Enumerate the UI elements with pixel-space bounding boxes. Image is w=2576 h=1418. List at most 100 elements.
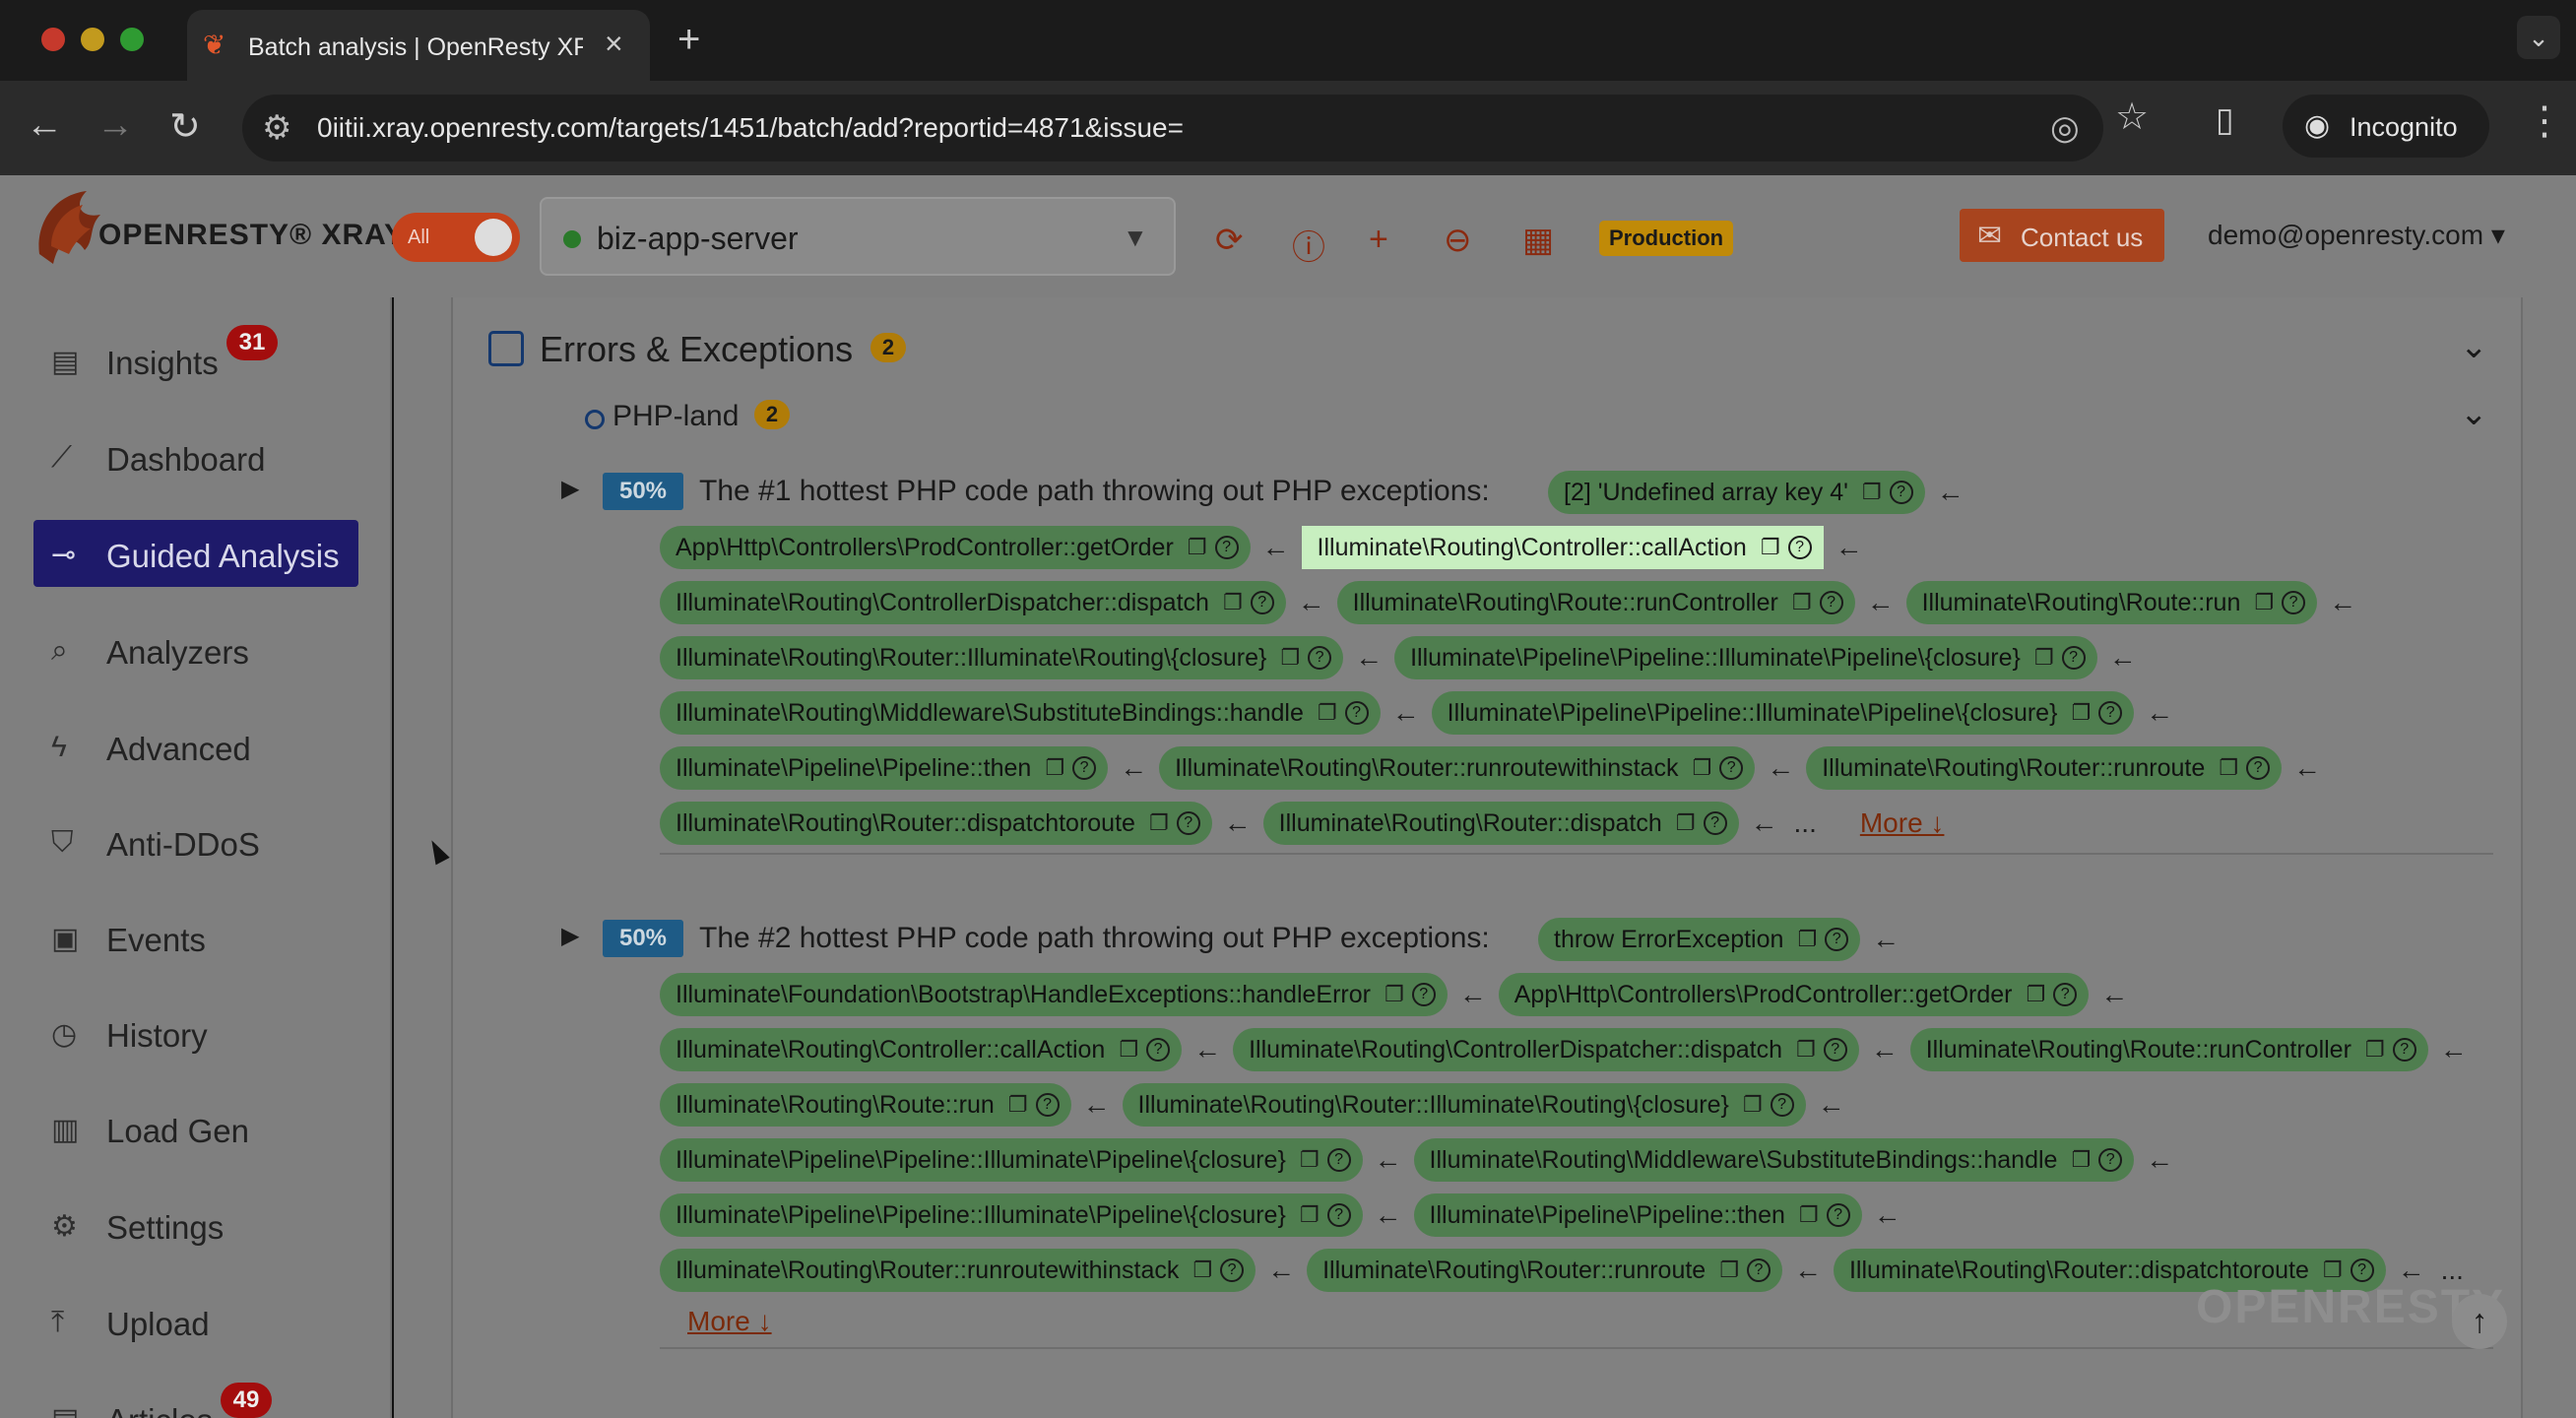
help-icon[interactable]: ? (1770, 1093, 1794, 1117)
side-panel-icon[interactable]: ▯ (2216, 100, 2234, 140)
copy-icon[interactable]: ❐ (1300, 1202, 1320, 1228)
help-icon[interactable]: ? (1072, 756, 1097, 780)
code-frame-chip[interactable]: Illuminate\Pipeline\Pipeline::Illuminate… (1394, 636, 2097, 679)
sidebar-item-advanced[interactable]: ϟ Advanced (33, 713, 358, 780)
code-frame-chip[interactable]: Illuminate\Routing\Middleware\Substitute… (1413, 1138, 2135, 1182)
code-frame-chip[interactable]: App\Http\Controllers\ProdController::get… (1498, 973, 2090, 1016)
code-frame-chip[interactable]: Illuminate\Routing\Router::runroutewithi… (1159, 746, 1756, 790)
sidebar-item-articles[interactable]: ▤ Articles 49 (33, 1383, 358, 1418)
copy-icon[interactable]: ❐ (1676, 810, 1696, 836)
copy-icon[interactable]: ❐ (1300, 1147, 1320, 1173)
copy-icon[interactable]: ❐ (1719, 1257, 1739, 1283)
help-icon[interactable]: ? (1326, 1203, 1351, 1227)
scope-toggle[interactable]: All (392, 213, 520, 262)
copy-icon[interactable]: ❐ (1149, 810, 1169, 836)
new-tab-button[interactable]: + (677, 18, 700, 62)
copy-icon[interactable]: ❐ (1119, 1037, 1138, 1063)
copy-icon[interactable]: ❐ (2254, 590, 2274, 615)
plus-icon[interactable]: + (1369, 221, 1388, 259)
url-text[interactable]: 0iitii.xray.openresty.com/targets/1451/b… (317, 112, 1184, 144)
code-frame-chip[interactable]: Illuminate\Routing\Router::runroute ❐? (1806, 746, 2283, 790)
copy-icon[interactable]: ❐ (2365, 1037, 2385, 1063)
close-window-icon[interactable] (41, 28, 65, 51)
copy-icon[interactable]: ❐ (1188, 535, 1207, 560)
help-icon[interactable]: ? (1146, 1038, 1171, 1062)
help-icon[interactable]: ? (1035, 1093, 1060, 1117)
copy-icon[interactable]: ❐ (1743, 1092, 1763, 1118)
sidebar-item-dashboard[interactable]: ⟋ Dashboard (33, 423, 358, 490)
code-frame-chip[interactable]: Illuminate\Pipeline\Pipeline::Illuminate… (660, 1138, 1363, 1182)
code-frame-chip[interactable]: Illuminate\Routing\Router::runroute ❐? (1307, 1249, 1782, 1292)
sidebar-item-load-gen[interactable]: ▥ Load Gen (33, 1095, 358, 1162)
collapse-section-chevron-icon[interactable]: ⌄ (2460, 327, 2488, 366)
eye-off-icon[interactable]: ◎ (2050, 108, 2080, 148)
copy-icon[interactable]: ❐ (1799, 1202, 1819, 1228)
refresh-icon[interactable]: ⟳ (1215, 221, 1244, 260)
sidebar-item-insights[interactable]: ▤ Insights 31 (33, 325, 358, 394)
incognito-indicator[interactable]: ◉ Incognito (2283, 95, 2489, 158)
copy-icon[interactable]: ❐ (1796, 1037, 1816, 1063)
code-frame-chip[interactable]: Illuminate\Pipeline\Pipeline::Illuminate… (660, 1193, 1363, 1237)
help-icon[interactable]: ? (1308, 646, 1332, 670)
close-tab-icon[interactable]: × (605, 26, 623, 62)
browser-menu-icon[interactable]: ⋮ (2525, 98, 2564, 144)
user-menu[interactable]: demo@openresty.com ▾ (2208, 219, 2505, 251)
copy-icon[interactable]: ❐ (1385, 982, 1404, 1007)
more-link[interactable]: More ↓ (1860, 807, 1945, 839)
copy-icon[interactable]: ❐ (2027, 982, 2046, 1007)
collapse-subsection-chevron-icon[interactable]: ⌄ (2460, 394, 2488, 433)
code-frame-chip[interactable]: Illuminate\Pipeline\Pipeline::Illuminate… (1431, 691, 2135, 735)
help-icon[interactable]: ? (1787, 536, 1812, 559)
calendar-icon[interactable]: ▦ (1522, 221, 1554, 260)
help-icon[interactable]: ? (2392, 1038, 2416, 1062)
tab-search-chevron-icon[interactable]: ⌄ (2517, 16, 2560, 59)
bookmark-star-icon[interactable]: ☆ (2115, 95, 2149, 139)
site-settings-icon[interactable]: ⚙ (262, 108, 291, 148)
code-frame-chip[interactable]: Illuminate\Routing\Router::runroutewithi… (660, 1249, 1256, 1292)
help-icon[interactable]: ? (1220, 1258, 1245, 1282)
more-link[interactable]: More ↓ (687, 1306, 772, 1337)
copy-icon[interactable]: ❐ (1318, 700, 1337, 726)
sidebar-item-settings[interactable]: ⚙ Settings (33, 1192, 358, 1258)
minus-icon[interactable]: ⊖ (1444, 221, 1472, 260)
help-icon[interactable]: ? (1825, 928, 1849, 951)
help-icon[interactable]: ? (2282, 591, 2306, 614)
sidebar-item-guided-analysis[interactable]: ⊸ Guided Analysis (33, 520, 358, 587)
scroll-to-top-icon[interactable]: ↑ (2452, 1294, 2507, 1349)
help-icon[interactable]: ? (1344, 701, 1369, 725)
help-icon[interactable]: ? (1214, 536, 1239, 559)
help-icon[interactable]: ? (1819, 591, 1843, 614)
copy-icon[interactable]: ❐ (1797, 927, 1817, 952)
code-frame-chip[interactable]: Illuminate\Routing\Middleware\Substitute… (660, 691, 1381, 735)
reload-icon[interactable]: ↻ (169, 104, 201, 149)
contact-us-button[interactable]: ✉ Contact us (1960, 209, 2164, 262)
code-frame-chip[interactable]: Illuminate\Foundation\Bootstrap\HandleEx… (660, 973, 1448, 1016)
code-frame-chip[interactable]: Illuminate\Pipeline\Pipeline::then ❐? (1413, 1193, 1862, 1237)
help-icon[interactable]: ? (1826, 1203, 1850, 1227)
copy-icon[interactable]: ❐ (2219, 755, 2238, 781)
address-bar[interactable]: ⚙ 0iitii.xray.openresty.com/targets/1451… (242, 95, 2103, 161)
maximize-window-icon[interactable] (120, 28, 144, 51)
code-frame-chip[interactable]: Illuminate\Routing\Route::run ❐? (1905, 581, 2318, 624)
code-frame-chip[interactable]: Illuminate\Routing\Router::Illuminate\Ro… (660, 636, 1344, 679)
info-icon[interactable]: ⓘ (1292, 221, 1325, 269)
expand-caret-icon[interactable]: ▶ (561, 922, 579, 950)
code-frame-chip[interactable]: Illuminate\Routing\ControllerDispatcher:… (660, 581, 1286, 624)
help-icon[interactable]: ? (1703, 811, 1727, 835)
minimize-window-icon[interactable] (81, 28, 104, 51)
sidebar-item-upload[interactable]: ⤒ Upload (33, 1288, 358, 1355)
copy-icon[interactable]: ❐ (1792, 590, 1812, 615)
server-selector[interactable]: biz-app-server ▼ (540, 197, 1176, 276)
code-frame-chip[interactable]: Illuminate\Pipeline\Pipeline::then ❐? (660, 746, 1109, 790)
sidebar-item-anti-ddos[interactable]: ⛉ Anti-DDoS (33, 808, 358, 875)
help-icon[interactable]: ? (1326, 1148, 1351, 1172)
code-frame-chip[interactable]: Illuminate\Routing\Router::Illuminate\Ro… (1122, 1083, 1806, 1127)
code-frame-chip[interactable]: [2] 'Undefined array key 4' ❐? (1548, 471, 1925, 514)
browser-tab[interactable]: ❦ Batch analysis | OpenResty XRay × (187, 10, 650, 81)
code-frame-chip[interactable]: Illuminate\Routing\Route::run ❐? (660, 1083, 1071, 1127)
sidebar-item-analyzers[interactable]: ⌕ Analyzers (33, 616, 358, 683)
sidebar-item-events[interactable]: ▣ Events (33, 904, 358, 971)
help-icon[interactable]: ? (2053, 983, 2078, 1006)
copy-icon[interactable]: ❐ (2034, 645, 2054, 671)
copy-icon[interactable]: ❐ (1192, 1257, 1212, 1283)
